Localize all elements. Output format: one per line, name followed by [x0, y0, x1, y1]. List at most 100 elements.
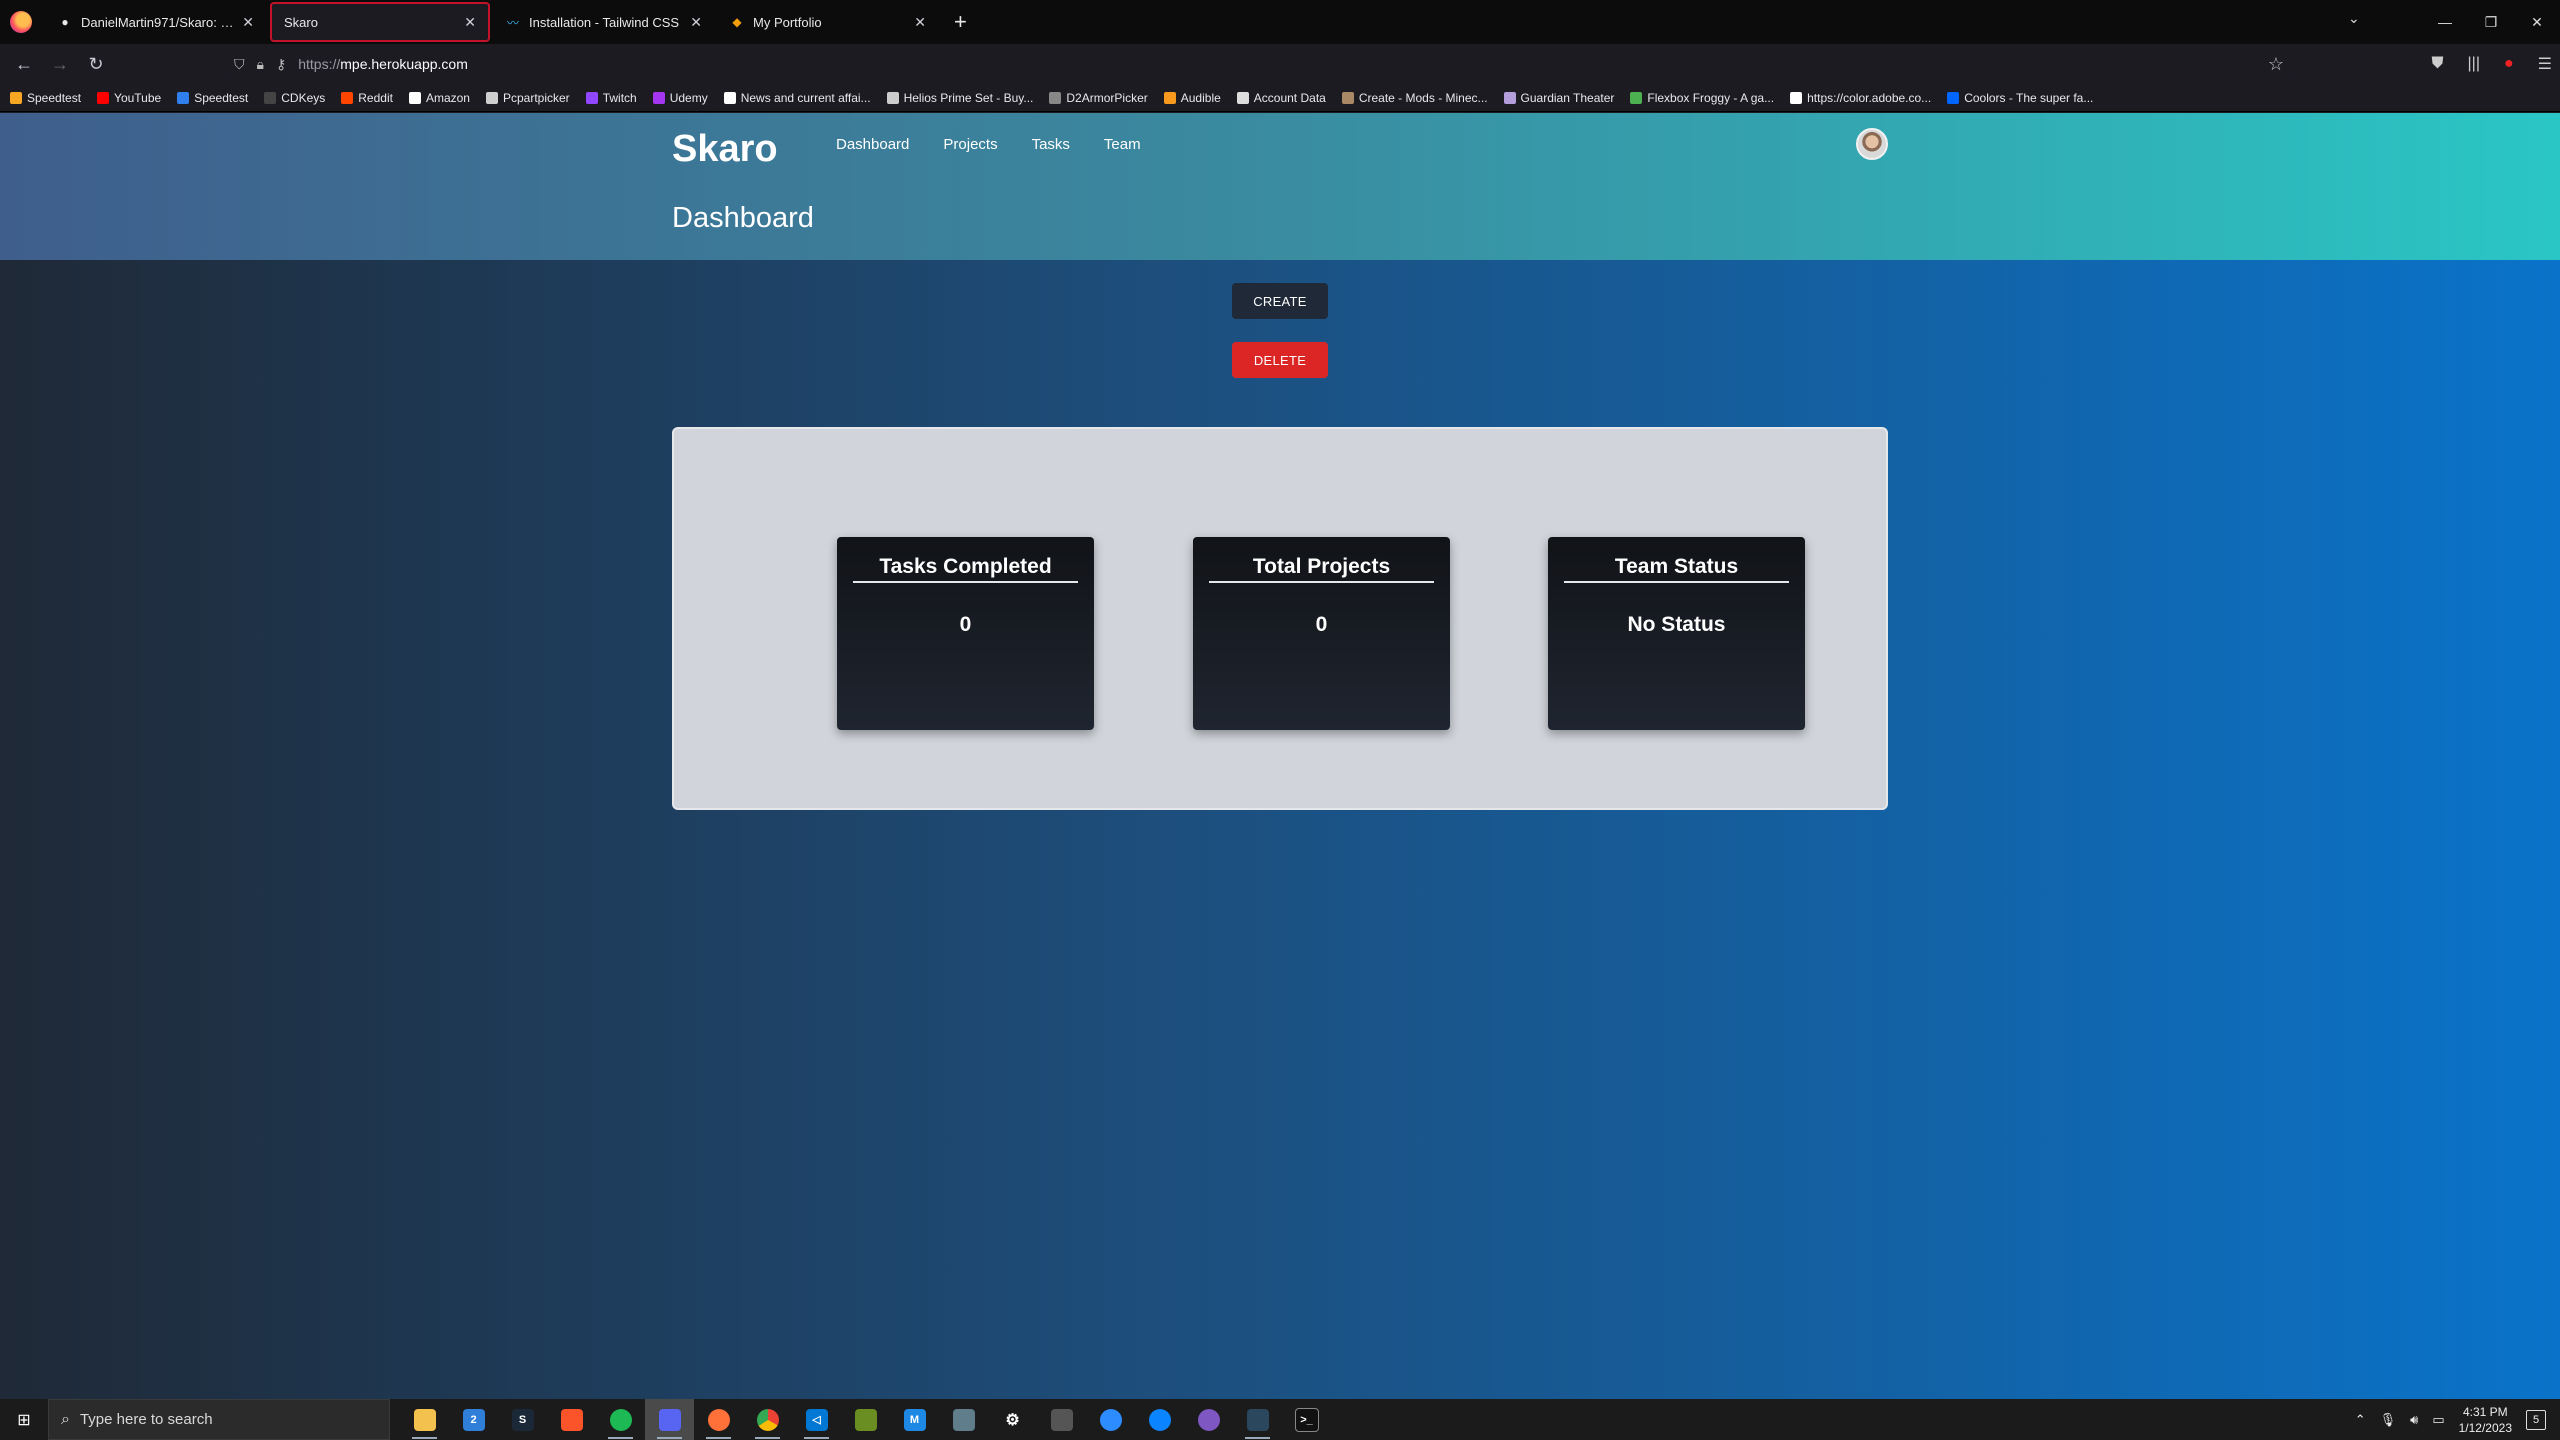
- nav-team[interactable]: Team: [1104, 136, 1141, 153]
- discord-icon[interactable]: [645, 1399, 694, 1440]
- bookmark-item[interactable]: Reddit: [341, 91, 393, 105]
- new-tab-icon[interactable]: +: [954, 9, 967, 35]
- bookmark-label: CDKeys: [281, 90, 326, 105]
- minimize-icon[interactable]: —: [2422, 14, 2468, 30]
- restore-icon[interactable]: ❐: [2468, 14, 2514, 31]
- nav-projects[interactable]: Projects: [943, 136, 997, 153]
- url-text[interactable]: https://mpe.herokuapp.com: [298, 56, 468, 72]
- bookmark-item[interactable]: D2ArmorPicker: [1049, 91, 1148, 105]
- bookmark-item[interactable]: Create - Mods - Minec...: [1341, 90, 1488, 105]
- bookmark-item[interactable]: Pcpartpicker: [485, 91, 570, 105]
- card-value: No Status: [1627, 613, 1726, 636]
- notifications-icon[interactable]: 5: [2526, 1409, 2546, 1430]
- tab-portfolio[interactable]: ◆ My Portfolio ✕: [718, 2, 938, 42]
- shield-icon[interactable]: ⛉: [234, 56, 245, 73]
- tab-label: My Portfolio: [753, 14, 822, 30]
- bookmark-label: Create - Mods - Minec...: [1358, 90, 1488, 105]
- bookmark-item[interactable]: Helios Prime Set - Buy...: [886, 91, 1033, 105]
- vscode-icon[interactable]: ◁: [792, 1399, 841, 1440]
- star-icon[interactable]: ☆: [2268, 54, 2284, 75]
- brave-icon[interactable]: [547, 1399, 596, 1440]
- bookmark-item[interactable]: Speedtest: [177, 91, 248, 105]
- settings-icon[interactable]: ⚙: [988, 1399, 1037, 1440]
- firefox-taskbar-icon[interactable]: [694, 1399, 743, 1440]
- file-explorer-icon[interactable]: [400, 1399, 449, 1440]
- tab-skaro[interactable]: Skaro ✕: [270, 2, 490, 42]
- bookmark-item[interactable]: Twitch: [585, 91, 637, 105]
- bookmark-item[interactable]: CDKeys: [264, 91, 325, 105]
- game-icon[interactable]: [1037, 1399, 1086, 1440]
- header-banner: Skaro Dashboard Projects Tasks Team Dash…: [0, 113, 2560, 260]
- microphone-icon[interactable]: 🎙︎: [2380, 1412, 2397, 1428]
- bookmarks-bar: Speedtest YouTube Speedtest CDKeys Reddit Ama…: [0, 84, 2560, 112]
- taskbar-search[interactable]: ⌕ Type here to search: [48, 1399, 390, 1440]
- launcher-icon[interactable]: [1135, 1399, 1184, 1440]
- bookmark-item[interactable]: Speedtest: [10, 91, 81, 105]
- url-bar[interactable]: ⛉ 🔒︎ ⚷ https://mpe.herokuapp.com ☆: [228, 48, 2292, 80]
- permissions-icon[interactable]: ⚷: [276, 56, 286, 73]
- terminal-icon[interactable]: >_: [1282, 1399, 1331, 1440]
- bookmark-item[interactable]: Flexbox Froggy - A ga...: [1630, 91, 1774, 105]
- close-window-icon[interactable]: ✕: [2514, 14, 2560, 31]
- bookmark-item[interactable]: Udemy: [652, 91, 708, 105]
- delete-button[interactable]: DELETE: [1232, 342, 1328, 378]
- nav-tasks[interactable]: Tasks: [1032, 136, 1070, 153]
- lock-icon[interactable]: 🔒︎: [257, 56, 264, 73]
- bookmark-label: Audible: [1180, 90, 1221, 105]
- spotify-icon[interactable]: [596, 1399, 645, 1440]
- forward-icon[interactable]: →: [42, 54, 78, 75]
- bookmark-label: Flexbox Froggy - A ga...: [1647, 90, 1775, 105]
- bookmark-item[interactable]: Guardian Theater: [1503, 91, 1614, 105]
- close-icon[interactable]: ✕: [242, 14, 254, 31]
- close-icon[interactable]: ✕: [464, 14, 476, 31]
- close-icon[interactable]: ✕: [914, 14, 926, 31]
- mail-icon[interactable]: 2: [449, 1399, 498, 1440]
- bookmark-item[interactable]: Amazon: [408, 91, 470, 105]
- bookmark-item[interactable]: Audible: [1163, 90, 1221, 105]
- library-icon[interactable]: |||: [2468, 55, 2480, 73]
- taskbar-apps: 2 S ◁ M ⚙ >_: [400, 1399, 1331, 1440]
- network-icon[interactable]: ▭: [2432, 1412, 2444, 1428]
- avatar[interactable]: [1856, 128, 1888, 160]
- bookmark-item[interactable]: Account Data: [1236, 91, 1326, 105]
- pocket-icon[interactable]: ⛊: [2432, 55, 2444, 73]
- media-icon[interactable]: M: [890, 1399, 939, 1440]
- chevron-down-icon[interactable]: ⌄: [2348, 10, 2360, 27]
- bookmark-icon: [408, 91, 421, 104]
- tab-tailwind[interactable]: 〰 Installation - Tailwind CSS ✕: [494, 2, 714, 42]
- bookmark-icon: [1236, 91, 1249, 104]
- bookmark-item[interactable]: News and current affai...: [723, 91, 871, 105]
- bookmark-item[interactable]: Coolors - The super fa...: [1947, 91, 2093, 105]
- close-icon[interactable]: ✕: [690, 14, 702, 31]
- tab-github[interactable]: ● DanielMartin971/Skaro: Skaro is ✕: [46, 2, 266, 42]
- firefox-icon[interactable]: [10, 11, 32, 33]
- clock[interactable]: 4:31 PM 1/12/2023: [2459, 1404, 2512, 1436]
- bookmark-label: Reddit: [358, 90, 393, 105]
- bookmark-icon: [10, 91, 22, 104]
- minecraft-icon[interactable]: [841, 1399, 890, 1440]
- bookmark-icon: [585, 91, 598, 104]
- tor-icon[interactable]: [1184, 1399, 1233, 1440]
- create-button[interactable]: CREATE: [1232, 283, 1328, 319]
- windows-start-icon[interactable]: ⊞: [0, 1410, 48, 1430]
- menu-icon[interactable]: ☰: [2538, 54, 2552, 74]
- back-icon[interactable]: ←: [6, 54, 42, 75]
- bookmark-label: https://color.adobe.co...: [1807, 90, 1932, 105]
- main-nav: Dashboard Projects Tasks Team: [836, 136, 1141, 153]
- bookmark-item[interactable]: https://color.adobe.co...: [1790, 91, 1931, 105]
- github-icon: ●: [61, 15, 69, 29]
- bookmark-icon: [1503, 91, 1516, 104]
- reload-icon[interactable]: ↻: [78, 54, 114, 75]
- steam-client-icon[interactable]: [1233, 1399, 1282, 1440]
- brand-logo[interactable]: Skaro: [672, 128, 778, 171]
- zoom-icon[interactable]: [1086, 1399, 1135, 1440]
- chevron-up-icon[interactable]: ⌃: [2355, 1412, 2366, 1428]
- chrome-icon[interactable]: [743, 1399, 792, 1440]
- extension-icon[interactable]: ●: [2504, 55, 2514, 73]
- tailwind-icon: 〰: [506, 15, 519, 30]
- app-icon[interactable]: [939, 1399, 988, 1440]
- steam-icon[interactable]: S: [498, 1399, 547, 1440]
- volume-icon[interactable]: 🔊︎: [2410, 1412, 2418, 1428]
- bookmark-item[interactable]: YouTube: [97, 91, 161, 105]
- nav-dashboard[interactable]: Dashboard: [836, 136, 909, 153]
